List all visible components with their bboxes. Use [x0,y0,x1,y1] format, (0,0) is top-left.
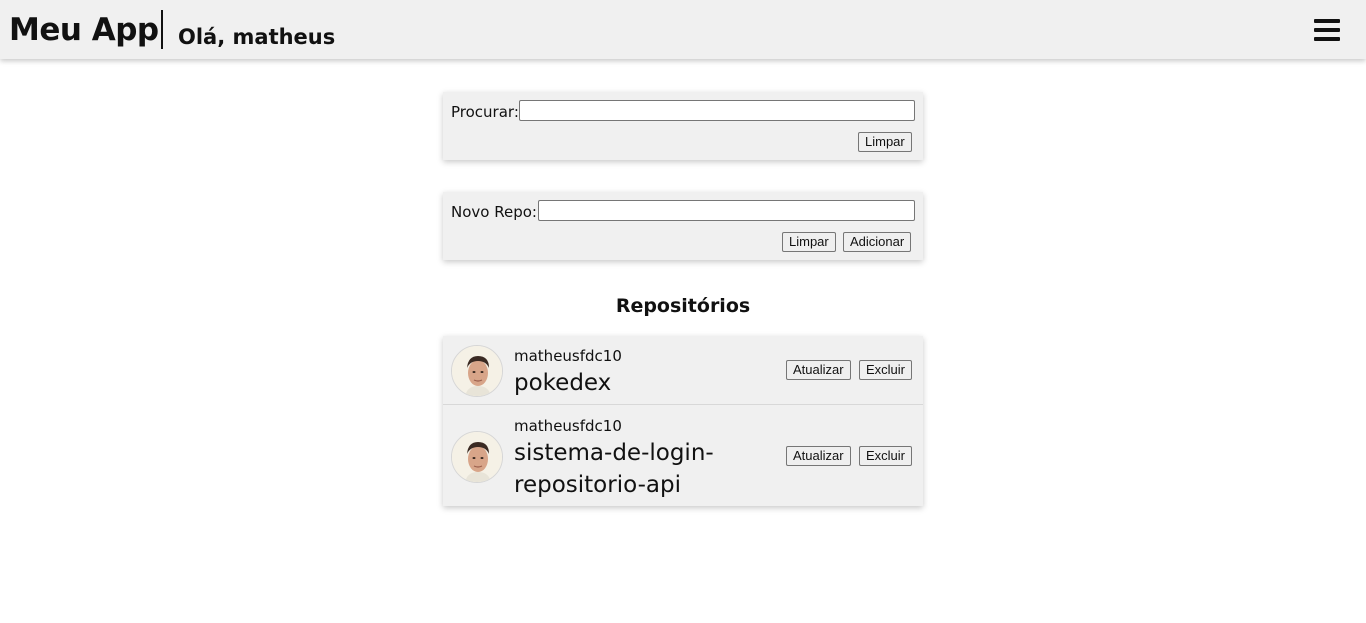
delete-repo-button[interactable]: Excluir [859,446,913,466]
list-item: matheusfdc10 pokedex Atualizar Excluir [443,336,923,405]
header-divider [161,10,163,49]
hamburger-menu-icon[interactable] [1312,16,1342,44]
list-item: matheusfdc10 sistema-de-login-repositori… [443,406,923,506]
user-greeting: Olá, matheus [178,25,336,49]
avatar [451,431,503,483]
new-repo-input[interactable] [538,200,915,221]
new-repo-clear-button[interactable]: Limpar [782,232,836,252]
new-repo-label: Novo Repo: [451,203,537,221]
search-label: Procurar: [451,103,519,121]
update-repo-button[interactable]: Atualizar [786,360,851,380]
repositories-title: Repositórios [615,295,751,317]
add-repo-button[interactable]: Adicionar [843,232,912,252]
search-clear-button[interactable]: Limpar [858,132,912,152]
search-input[interactable] [519,100,915,121]
update-repo-button[interactable]: Atualizar [786,446,851,466]
new-repo-panel: Novo Repo: Limpar Adicionar [443,192,923,260]
repo-owner: matheusfdc10 [514,417,622,435]
repo-owner: matheusfdc10 [514,347,622,365]
app-brand[interactable]: Meu App [9,10,159,50]
delete-repo-button[interactable]: Excluir [859,360,913,380]
search-panel: Procurar: Limpar [443,92,923,160]
repo-name: sistema-de-login-repositorio-api [514,440,714,498]
repo-name: pokedex [514,370,612,396]
app-header: Meu App Olá, matheus [0,0,1366,59]
repository-list: matheusfdc10 pokedex Atualizar Excluir m… [443,336,923,506]
avatar [451,345,503,397]
